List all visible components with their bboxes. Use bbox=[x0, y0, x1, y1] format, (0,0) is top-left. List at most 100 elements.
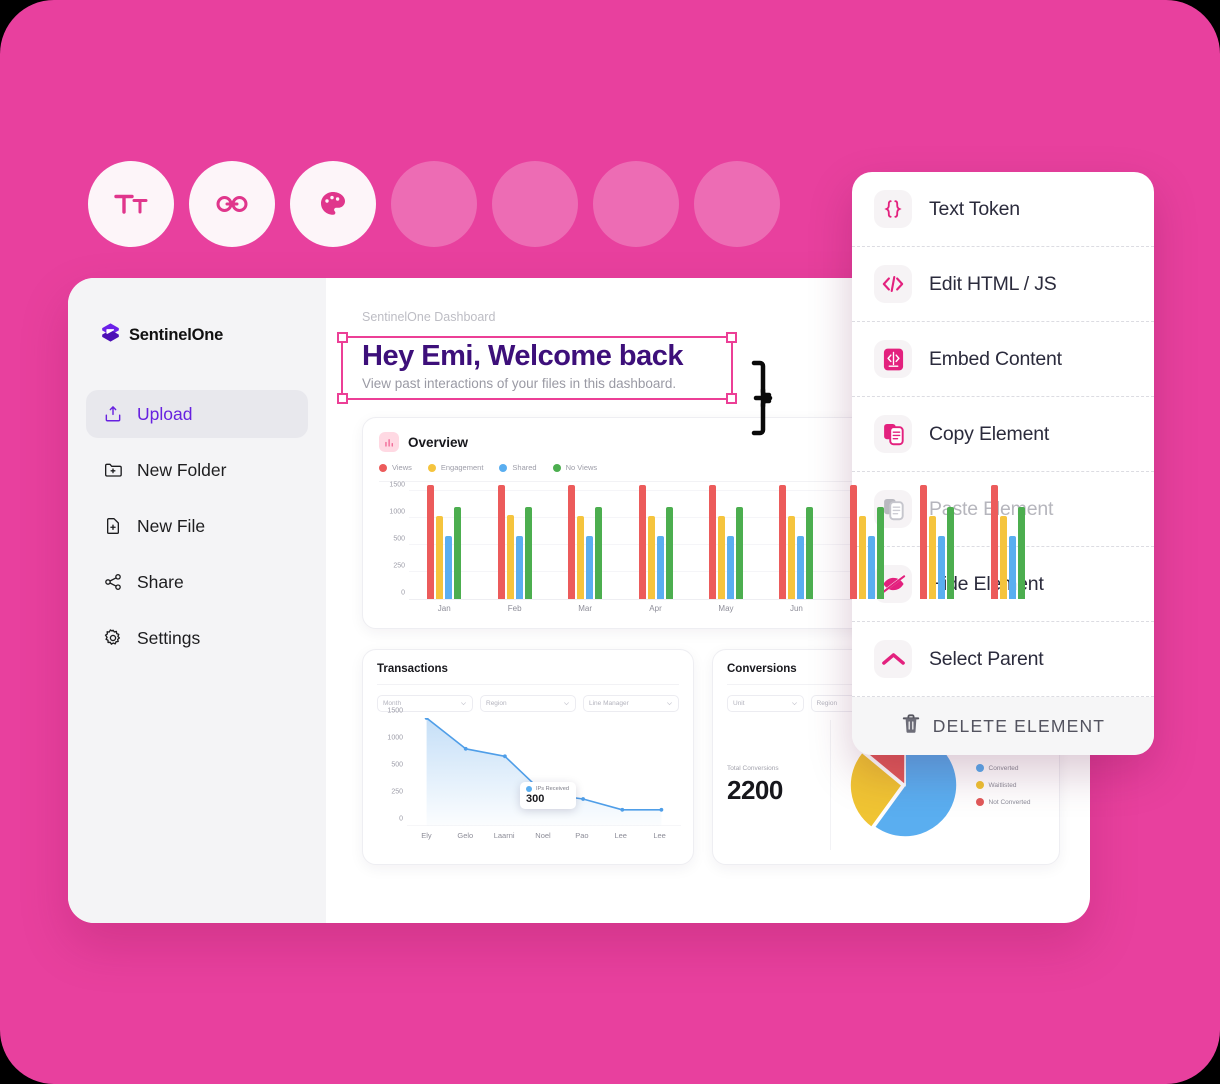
toolbar-button-placeholder-2[interactable] bbox=[492, 161, 578, 247]
filter-unit[interactable]: Unit bbox=[727, 695, 804, 713]
chevron-down-icon bbox=[667, 702, 672, 706]
x-tick-label: Apr bbox=[649, 604, 662, 614]
y-tick-label: 500 bbox=[391, 761, 403, 769]
new-folder-icon bbox=[102, 460, 123, 481]
x-tick-label: Gelo bbox=[457, 831, 474, 841]
legend-item-no-views: No Views bbox=[552, 463, 598, 473]
bar-group bbox=[902, 484, 972, 600]
x-tick-label: Jan bbox=[437, 604, 451, 614]
legend-label: Shared bbox=[512, 463, 537, 473]
sidebar-item-label: Settings bbox=[137, 627, 201, 648]
menu-item-label: Edit HTML / JS bbox=[929, 272, 1057, 295]
x-tick-label: Mar bbox=[578, 604, 592, 614]
legend-label: Not Converted bbox=[988, 798, 1031, 806]
legend-label: Engagement bbox=[440, 463, 484, 473]
bar bbox=[929, 515, 937, 600]
bar bbox=[656, 536, 664, 600]
sidebar-item-upload[interactable]: Upload bbox=[86, 390, 308, 438]
bar-group bbox=[761, 484, 831, 600]
menu-item-edit-html-js[interactable]: Edit HTML / JS bbox=[852, 247, 1154, 322]
sidebar-item-settings[interactable]: Settings bbox=[86, 614, 308, 662]
menu-item-embed-content[interactable]: Embed Content bbox=[852, 322, 1154, 397]
legend-dot bbox=[975, 764, 984, 773]
chevron-up-icon bbox=[874, 640, 912, 678]
text-cursor-icon bbox=[751, 360, 773, 436]
bar-group bbox=[550, 484, 620, 600]
x-tick-label: Lee bbox=[614, 831, 627, 841]
bar bbox=[717, 515, 725, 600]
bar-chart-icon bbox=[379, 432, 399, 453]
gear-icon bbox=[102, 628, 123, 649]
legend-dot bbox=[975, 781, 984, 790]
toolbar-button-placeholder-3[interactable] bbox=[593, 161, 679, 247]
toolbar-button-placeholder-1[interactable] bbox=[391, 161, 477, 247]
y-tick-label: 0 bbox=[399, 815, 403, 823]
bar-group bbox=[620, 484, 690, 600]
filter-label: Line Manager bbox=[589, 700, 629, 708]
menu-item-select-parent[interactable]: Select Parent bbox=[852, 622, 1154, 697]
legend-dot bbox=[975, 798, 984, 807]
tooltip-dot bbox=[526, 786, 532, 793]
bar bbox=[867, 536, 875, 600]
filter-label: Month bbox=[383, 700, 402, 708]
legend-item-waitlisted: Waitlisted bbox=[975, 781, 1031, 790]
x-tick-label: May bbox=[718, 604, 734, 614]
sidebar-item-new-folder[interactable]: New Folder bbox=[86, 446, 308, 494]
transactions-title: Transactions bbox=[377, 663, 679, 686]
x-tick-label: Laarni bbox=[493, 831, 515, 841]
bar bbox=[638, 484, 646, 600]
bar-group bbox=[479, 484, 549, 600]
bar bbox=[454, 507, 462, 600]
filter-line-manager[interactable]: Line Manager bbox=[583, 695, 679, 713]
y-tick-label: 1500 bbox=[387, 707, 403, 715]
menu-item-text-token[interactable]: Text Token bbox=[852, 172, 1154, 247]
legend-dot bbox=[379, 463, 387, 472]
tooltip-header: IPs Received bbox=[526, 786, 570, 793]
resize-handle-top-left[interactable] bbox=[337, 332, 348, 343]
sidebar-item-share[interactable]: Share bbox=[86, 558, 308, 606]
resize-handle-bottom-left[interactable] bbox=[337, 393, 348, 404]
total-conversions-value: 2200 bbox=[727, 774, 783, 805]
legend-item-shared: Shared bbox=[499, 463, 537, 473]
copy-icon bbox=[874, 415, 912, 453]
bar bbox=[858, 515, 866, 600]
y-axis: 0 250 500 1000 1500 bbox=[379, 482, 405, 600]
bar bbox=[938, 536, 946, 600]
legend-item-not-converted: Not Converted bbox=[975, 798, 1031, 807]
bar bbox=[876, 507, 884, 600]
embed-icon bbox=[874, 340, 912, 378]
bar bbox=[849, 484, 857, 600]
sentinelone-logo-icon bbox=[100, 322, 121, 348]
trash-icon bbox=[901, 713, 921, 740]
link-icon bbox=[216, 193, 248, 215]
curly-braces-icon bbox=[874, 190, 912, 228]
x-tick-label: Pao bbox=[575, 831, 589, 841]
sidebar: SentinelOne Upload New Folder New File S… bbox=[68, 278, 326, 923]
palette-icon bbox=[318, 189, 348, 219]
sidebar-nav: Upload New Folder New File Share Setting… bbox=[68, 390, 326, 662]
transactions-area-chart: 0 250 500 1000 1500 Ely Gelo Laarni Noel Pao Lee L… bbox=[377, 708, 681, 846]
menu-item-label: Text Token bbox=[929, 197, 1020, 220]
x-tick-label: Feb bbox=[507, 604, 522, 614]
delete-element-button[interactable]: DELETE ELEMENT bbox=[852, 697, 1154, 755]
sidebar-item-new-file[interactable]: New File bbox=[86, 502, 308, 550]
text-format-icon bbox=[114, 191, 148, 217]
toolbar-button-palette[interactable] bbox=[290, 161, 376, 247]
bar bbox=[497, 484, 505, 600]
chevron-down-icon bbox=[791, 702, 797, 706]
bar bbox=[1008, 536, 1016, 600]
bar bbox=[990, 484, 998, 600]
menu-item-copy-element[interactable]: Copy Element bbox=[852, 397, 1154, 472]
context-menu: Text Token Edit HTML / JS Embed Content … bbox=[852, 172, 1154, 755]
bar bbox=[524, 507, 532, 600]
filter-region[interactable]: Region bbox=[480, 695, 576, 713]
x-tick-label: Ely bbox=[421, 831, 432, 841]
transactions-card: Transactions Month Region Line Manager 0… bbox=[362, 649, 694, 866]
toolbar-button-placeholder-4[interactable] bbox=[694, 161, 780, 247]
toolbar-button-text-format[interactable] bbox=[88, 161, 174, 247]
legend-label: No Views bbox=[565, 463, 598, 473]
bar bbox=[445, 536, 453, 600]
resize-handle-bottom-right[interactable] bbox=[726, 393, 737, 404]
toolbar-button-link[interactable] bbox=[189, 161, 275, 247]
brand-name: SentinelOne bbox=[129, 325, 224, 344]
